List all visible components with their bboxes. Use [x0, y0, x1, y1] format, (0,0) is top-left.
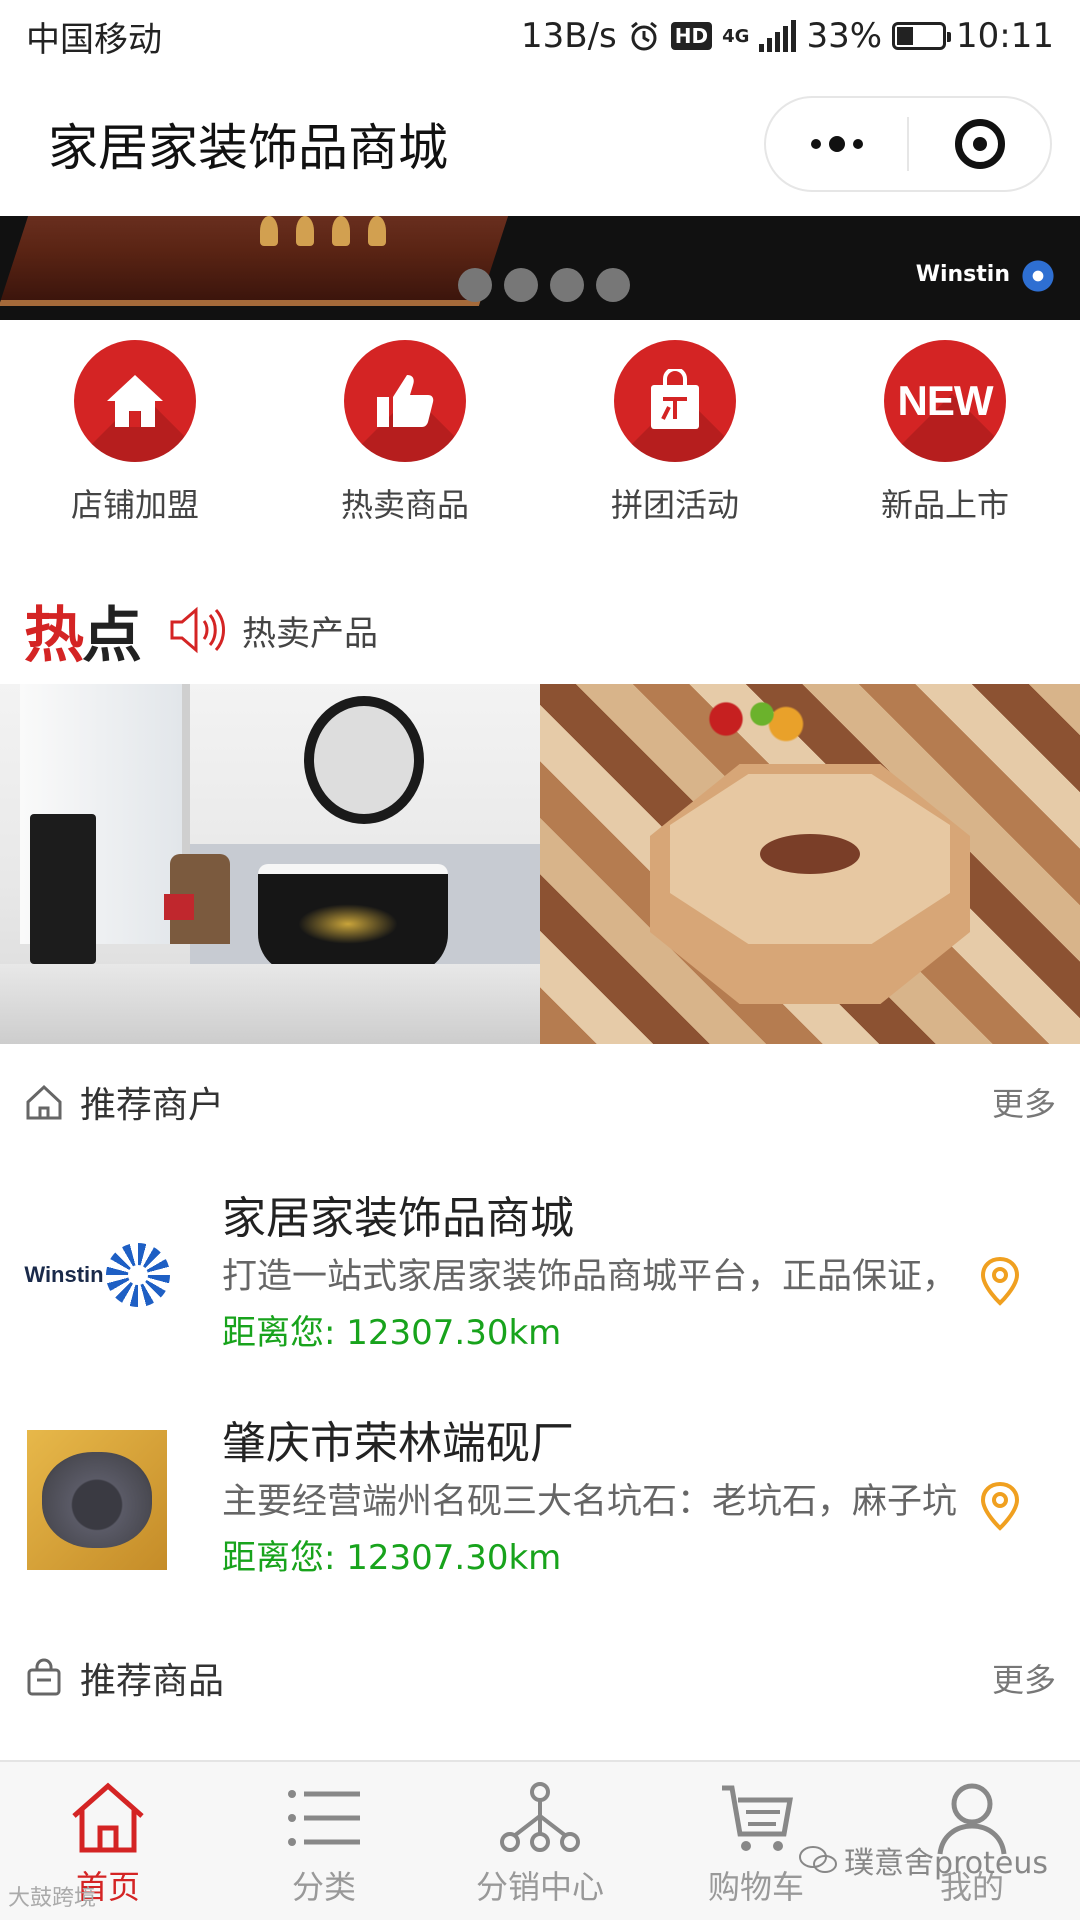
merchant-distance: 距离您: 12307.30km	[222, 1538, 562, 1578]
carousel-dot[interactable]	[596, 268, 630, 302]
more-button[interactable]	[766, 98, 907, 190]
page-title: 家居家装饰品商城	[48, 119, 448, 177]
battery-percent: 33%	[806, 16, 883, 56]
brand-star-icon	[1020, 258, 1056, 294]
new-badge-text: NEW	[897, 377, 994, 424]
merchant-item[interactable]: 肇庆市荣林端砚厂 主要经营端州名砚三大名坑石：老坑石，麻子坑 距离您: 1230…	[0, 1410, 1080, 1590]
carrier: 中国移动	[26, 19, 162, 60]
thumbs-up-icon	[344, 340, 466, 462]
merchant-distance: 距离您: 12307.30km	[222, 1313, 562, 1353]
quick-nav-new-arrivals[interactable]: NEW 新品上市	[810, 340, 1080, 540]
products-header: 推荐商品 更多	[0, 1638, 1080, 1718]
carousel-indicator	[458, 268, 630, 302]
house-outline-icon	[26, 1084, 62, 1120]
merchant-name: 家居家装饰品商城	[222, 1193, 574, 1244]
alarm-icon	[630, 21, 657, 51]
merchant-name: 肇庆市荣林端砚厂	[222, 1418, 574, 1469]
banner-carousel[interactable]: Winstin	[0, 216, 1080, 320]
banner-brand: Winstin	[915, 262, 1010, 287]
merchant-logo-text: Winstin	[24, 1262, 104, 1287]
merchants-title: 推荐商户	[80, 1085, 225, 1126]
promo-images	[0, 684, 1080, 1044]
speaker-icon	[170, 606, 225, 654]
carousel-dot[interactable]	[504, 268, 538, 302]
carousel-dot[interactable]	[550, 268, 584, 302]
tab-category[interactable]: 分类	[216, 1762, 432, 1920]
wechat-icon	[799, 1846, 838, 1873]
network-type: 4G	[722, 25, 750, 47]
quick-nav-label: 热卖商品	[340, 486, 469, 524]
hot-logo: 热点	[24, 600, 142, 671]
promo-box-image[interactable]	[540, 684, 1080, 1044]
merchant-logo	[24, 1427, 170, 1573]
quick-nav-group-buy[interactable]: 拼团活动	[540, 340, 810, 540]
tab-distribution[interactable]: 分销中心	[432, 1762, 648, 1920]
products-title: 推荐商品	[80, 1661, 225, 1702]
hot-section[interactable]: 热点 热卖产品	[0, 585, 1080, 675]
location-pin-icon[interactable]	[978, 1480, 1022, 1532]
new-badge-icon: NEW	[884, 340, 1006, 462]
close-button[interactable]	[909, 98, 1050, 190]
home-icon	[72, 1782, 144, 1853]
list-icon	[288, 1790, 360, 1846]
hot-text: 热卖产品	[242, 613, 378, 654]
quick-nav: 店铺加盟 热卖商品 拼团活动 NEW 新品上市	[0, 340, 1080, 540]
quick-nav-store-join[interactable]: 店铺加盟	[0, 340, 270, 540]
title-bar: 家居家装饰品商城	[0, 72, 1080, 216]
tab-label: 购物车	[707, 1868, 804, 1906]
bag-outline-icon	[27, 1658, 61, 1696]
watermark-left: 大鼓跨境	[8, 1886, 97, 1911]
tab-label: 分销中心	[475, 1868, 604, 1906]
clock: 10:11	[956, 16, 1054, 56]
quick-nav-label: 新品上市	[880, 486, 1009, 524]
merchants-more-link[interactable]: 更多	[992, 1079, 1056, 1125]
merchant-description: 打造一站式家居家装饰品商城平台，正品保证，	[222, 1257, 958, 1297]
promo-bathroom-image[interactable]	[0, 684, 540, 1044]
watermark-text: 璞意舍proteus	[844, 1846, 1048, 1881]
cart-icon	[722, 1785, 793, 1851]
products-more-link[interactable]: 更多	[992, 1655, 1056, 1701]
shopping-bag-icon	[614, 340, 736, 462]
merchant-description: 主要经营端州名砚三大名坑石：老坑石，麻子坑	[222, 1482, 958, 1522]
hd-badge: HD	[670, 22, 713, 50]
status-bar: 中国移动 13B/s HD 4G 33% 10:11	[0, 0, 1080, 72]
signal-icon	[759, 20, 797, 52]
quick-nav-label: 拼团活动	[610, 486, 739, 524]
merchant-logo: Winstin	[24, 1202, 170, 1348]
merchant-item[interactable]: Winstin 家居家装饰品商城 打造一站式家居家装饰品商城平台，正品保证， 距…	[0, 1185, 1080, 1365]
home-icon	[74, 340, 196, 462]
quick-nav-label: 店铺加盟	[70, 486, 199, 524]
battery-icon	[892, 22, 952, 50]
chess-pieces	[260, 216, 420, 246]
carousel-dot[interactable]	[458, 268, 492, 302]
tab-label: 分类	[291, 1868, 356, 1906]
target-icon	[954, 119, 1005, 169]
winstin-star-icon	[105, 1243, 170, 1307]
network-icon	[500, 1782, 580, 1852]
net-speed: 13B/s	[521, 16, 617, 56]
location-pin-icon[interactable]	[978, 1255, 1022, 1307]
inkstone-image	[27, 1430, 167, 1570]
merchants-header: 推荐商户 更多	[0, 1062, 1080, 1142]
more-dots-icon	[810, 136, 863, 152]
mini-program-capsule	[764, 96, 1052, 192]
status-icons: 13B/s HD 4G 33% 10:11	[521, 16, 1054, 56]
watermark: 璞意舍proteus	[798, 1838, 1048, 1882]
quick-nav-hot-products[interactable]: 热卖商品	[270, 340, 540, 540]
